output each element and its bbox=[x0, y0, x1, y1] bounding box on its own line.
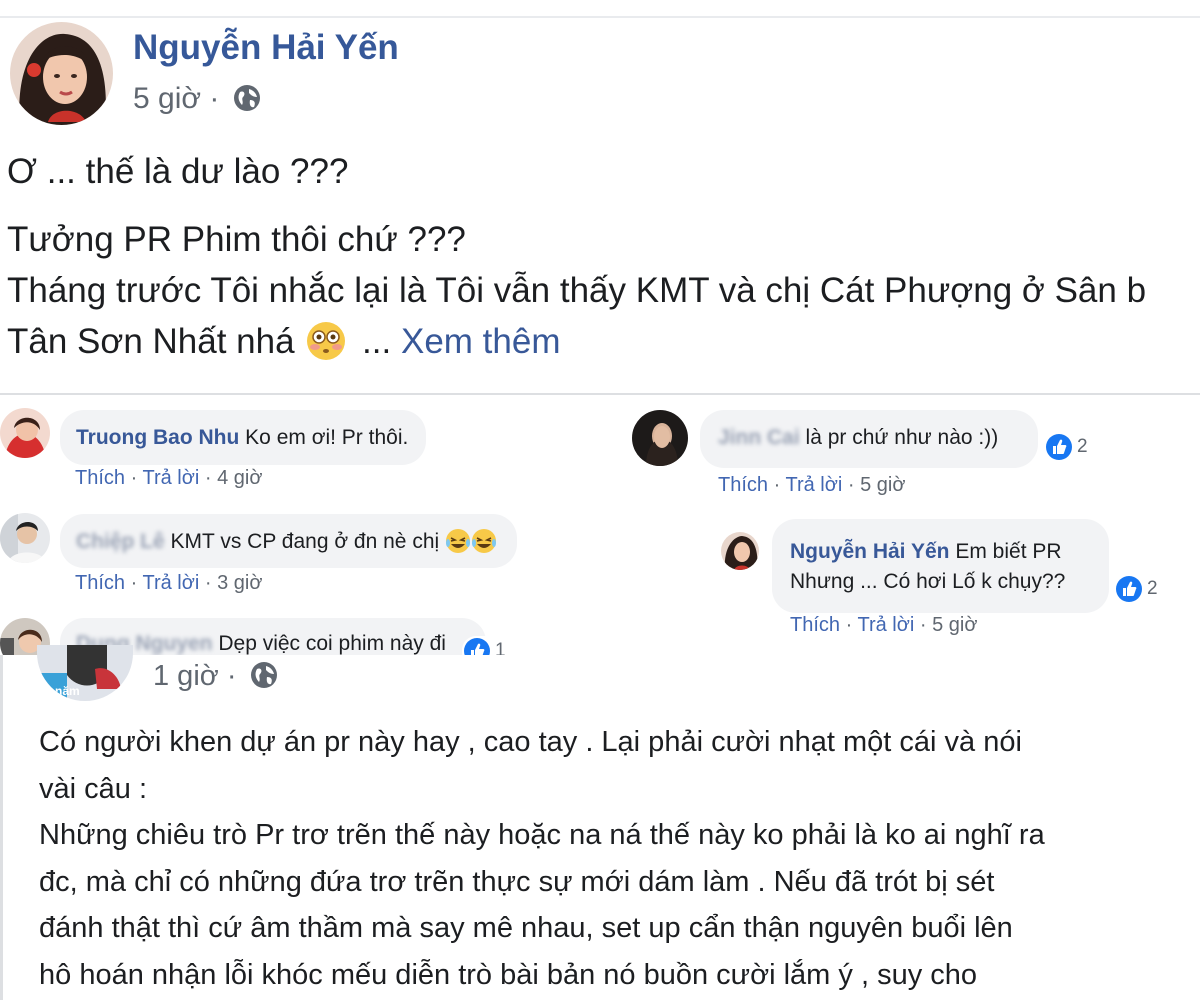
comment-reaction-count[interactable]: 2 bbox=[1044, 432, 1094, 462]
post-divider bbox=[0, 393, 1200, 395]
comment-text: Ko em ơi! Pr thôi. bbox=[245, 426, 409, 449]
comment-text: KMT vs CP đang ở đn nè chị bbox=[170, 530, 440, 553]
second-post-line-4: đc, mà chỉ có những đứa trơ trẽn thực sự… bbox=[39, 866, 995, 898]
author-avatar[interactable] bbox=[10, 22, 113, 125]
comment-line-1: Nguyễn Hải Yến Em biết PR bbox=[790, 537, 1065, 567]
second-post-line-6: hô hoán nhận lỗi khóc mếu diễn trò bài b… bbox=[39, 959, 978, 991]
comment-reaction-count[interactable]: 2 bbox=[1114, 574, 1164, 604]
comment-text: là pr chứ như nào :)) bbox=[805, 426, 999, 449]
laughing-emoji-icon bbox=[445, 528, 471, 554]
post-text-line-2: Tưởng PR Phim thôi chứ ??? bbox=[7, 220, 466, 259]
comment-time[interactable]: 5 giờ bbox=[932, 614, 977, 636]
action-separator: · bbox=[773, 474, 781, 496]
action-separator: · bbox=[130, 467, 138, 489]
reaction-count: 2 bbox=[1147, 578, 1158, 599]
second-post-meta: 1 giờ · bbox=[153, 660, 279, 693]
commenter-name[interactable]: Truong Bao Nhu bbox=[76, 426, 239, 449]
post-meta: 5 giờ · bbox=[133, 82, 262, 116]
comment-bubble: Truong Bao Nhu Ko em ơi! Pr thôi. bbox=[60, 410, 427, 465]
commenter-name[interactable]: Nguyễn Hải Yến bbox=[790, 540, 950, 563]
action-separator: · bbox=[919, 614, 927, 636]
second-post-line-5: đánh thật thì cứ âm thầm mà say mê nhau,… bbox=[39, 912, 1013, 944]
reply-link[interactable]: Trả lời bbox=[142, 467, 199, 489]
action-separator: · bbox=[845, 614, 853, 636]
comment-text: Em biết PR bbox=[955, 540, 1062, 563]
comment-bubble: Nguyễn Hải Yến Em biết PR Nhưng ... Có h… bbox=[772, 519, 1110, 613]
commenter-avatar[interactable] bbox=[0, 408, 50, 458]
reply-link[interactable]: Trả lời bbox=[857, 614, 914, 636]
comment-time[interactable]: 5 giờ bbox=[860, 474, 905, 496]
post-text-line-4-text: Tân Sơn Nhất nhá bbox=[7, 322, 295, 361]
second-post-avatar[interactable]: 2 năm bbox=[37, 645, 133, 701]
meta-separator: · bbox=[209, 82, 220, 115]
comment-actions: Thích · Trả lời · 4 giờ bbox=[75, 467, 262, 490]
post-text-line-4: Tân Sơn Nhất nhá ... Xem thêm bbox=[7, 321, 560, 362]
anniversary-badge: 2 năm bbox=[45, 684, 80, 698]
commenter-avatar[interactable] bbox=[632, 410, 688, 466]
comment-actions: Thích · Trả lời · 3 giờ bbox=[75, 572, 262, 595]
post-card: Nguyễn Hải Yến 5 giờ · Ơ ... thế là dư l… bbox=[0, 0, 1200, 395]
comment-text-line-2: Nhưng ... Có hơi Lố k chụy?? bbox=[790, 570, 1066, 593]
like-link[interactable]: Thích bbox=[75, 572, 125, 594]
post-author-name[interactable]: Nguyễn Hải Yến bbox=[133, 28, 399, 68]
second-post-line-3: Những chiêu trò Pr trơ trẽn thế này hoặc… bbox=[39, 819, 1045, 851]
reply-link[interactable]: Trả lời bbox=[785, 474, 842, 496]
meta-separator: · bbox=[226, 660, 237, 692]
globe-icon[interactable] bbox=[249, 660, 279, 690]
comment-bubble: Jinn Cai là pr chứ như nào :)) bbox=[700, 410, 1039, 468]
post-ellipsis: ... bbox=[362, 322, 392, 361]
comment-text: Dẹp việc coi phim này đi bbox=[218, 632, 446, 655]
comment-time[interactable]: 3 giờ bbox=[217, 572, 262, 594]
second-post-line-2: vài câu : bbox=[39, 773, 147, 805]
comment-time[interactable]: 4 giờ bbox=[217, 467, 262, 489]
commenter-name[interactable]: Chiệp Lê bbox=[76, 530, 165, 553]
commenter-avatar[interactable] bbox=[0, 513, 50, 563]
comment-bubble: Chiệp Lê KMT vs CP đang ở đn nè chị bbox=[60, 514, 518, 568]
like-link[interactable]: Thích bbox=[75, 467, 125, 489]
see-more-link[interactable]: Xem thêm bbox=[401, 322, 561, 361]
like-link[interactable]: Thích bbox=[790, 614, 840, 636]
second-post-line-1: Có người khen dự án pr này hay , cao tay… bbox=[39, 726, 1022, 758]
globe-icon[interactable] bbox=[232, 83, 262, 113]
comment-actions: Thích · Trả lời · 5 giờ bbox=[718, 474, 905, 497]
laughing-emoji-icon bbox=[471, 528, 497, 554]
comment-actions: Thích · Trả lời · 5 giờ bbox=[790, 614, 977, 637]
flushed-face-icon bbox=[306, 321, 346, 361]
action-separator: · bbox=[204, 572, 212, 594]
like-link[interactable]: Thích bbox=[718, 474, 768, 496]
reply-link[interactable]: Trả lời bbox=[142, 572, 199, 594]
reaction-count: 2 bbox=[1077, 436, 1088, 457]
post-text-line-3: Tháng trước Tôi nhắc lại là Tôi vẫn thấy… bbox=[7, 271, 1147, 310]
post-text-line-1: Ơ ... thế là dư lào ??? bbox=[7, 152, 349, 191]
post-time[interactable]: 5 giờ bbox=[133, 82, 201, 115]
second-post-card: 2 năm 1 giờ · Có người khen dự án pr này… bbox=[0, 645, 1200, 1000]
like-reaction-icon bbox=[1046, 434, 1072, 460]
like-reaction-icon bbox=[1116, 576, 1142, 602]
action-separator: · bbox=[130, 572, 138, 594]
second-post-time[interactable]: 1 giờ bbox=[153, 660, 219, 692]
action-separator: · bbox=[204, 467, 212, 489]
commenter-avatar[interactable] bbox=[721, 532, 759, 570]
top-divider bbox=[0, 16, 1200, 18]
commenter-name[interactable]: Jinn Cai bbox=[718, 426, 800, 449]
action-separator: · bbox=[847, 474, 855, 496]
